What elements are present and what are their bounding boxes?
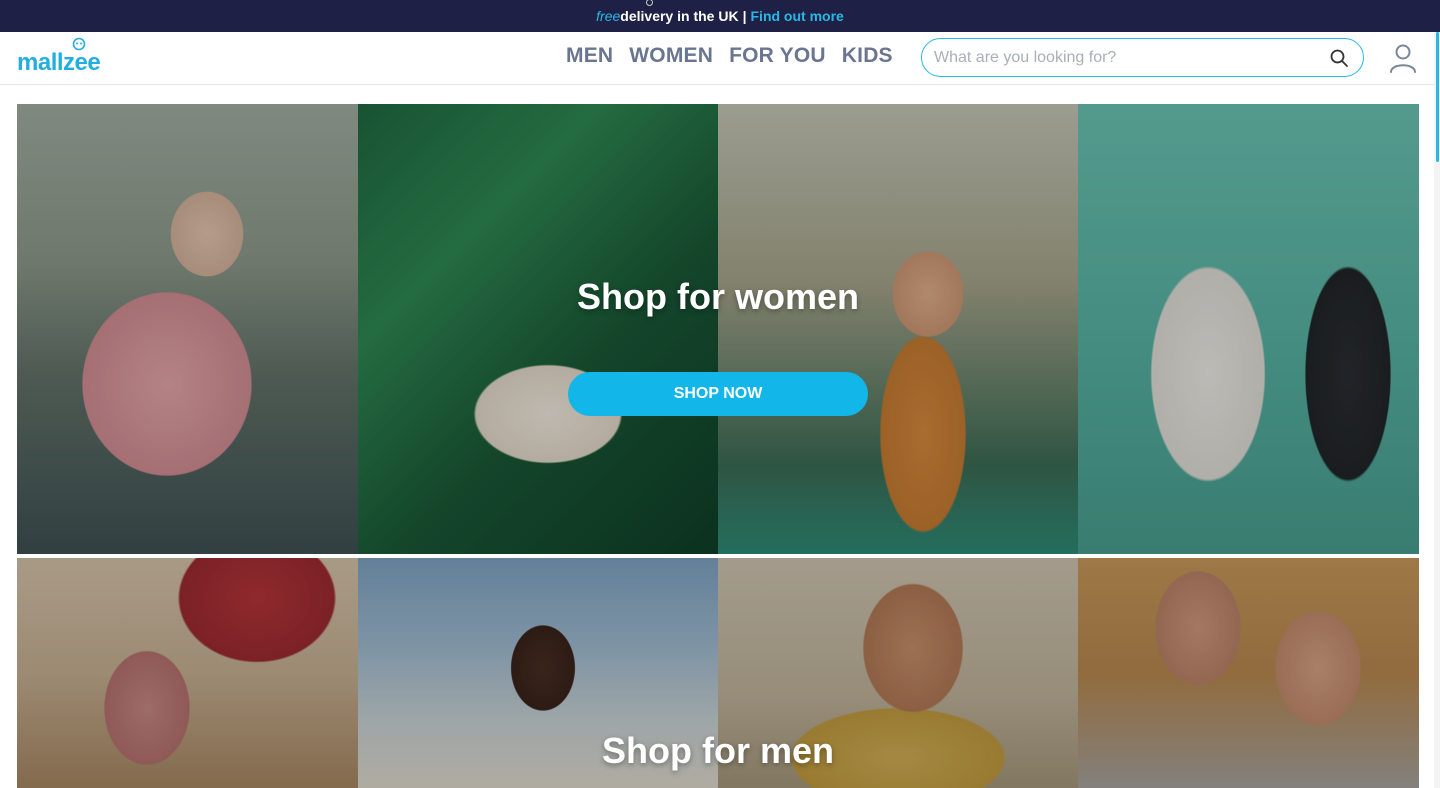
search-bar (921, 38, 1364, 77)
women-banner-overlay (17, 104, 1419, 554)
promo-delivery: delivery (620, 0, 674, 24)
main-nav: MEN WOMEN FOR YOU KIDS (566, 44, 893, 68)
find-out-more-link[interactable]: Find out more (751, 8, 844, 24)
search-icon[interactable] (1329, 48, 1349, 68)
promo-free: free (596, 8, 621, 24)
site-header: mallzee MEN WOMEN FOR YOU KIDS (0, 32, 1440, 85)
promo-delivery-text: delivery (620, 8, 674, 24)
logo-mark-icon (72, 37, 86, 51)
shop-now-button[interactable]: SHOP NOW (568, 372, 868, 416)
men-banner-title: Shop for men (602, 730, 834, 771)
promo-bar: free delivery in the UK | Find out more (0, 0, 1440, 32)
nav-for-you[interactable]: FOR YOU (729, 44, 826, 68)
user-icon[interactable] (1388, 42, 1418, 74)
promo-dot-icon (646, 0, 654, 6)
scrollbar-thumb[interactable] (1436, 32, 1439, 162)
nav-men[interactable]: MEN (566, 44, 613, 68)
women-banner[interactable]: Shop for women SHOP NOW (17, 104, 1419, 554)
logo-text: mallzee (17, 49, 101, 76)
logo[interactable]: mallzee (17, 49, 101, 77)
search-input[interactable] (934, 47, 1314, 69)
promo-text: in the UK (677, 8, 739, 24)
promo-separator: | (742, 8, 747, 24)
men-banner[interactable]: Shop for men (17, 558, 1419, 788)
nav-women[interactable]: WOMEN (629, 44, 713, 68)
women-banner-title: Shop for women (577, 276, 859, 317)
nav-kids[interactable]: KIDS (842, 44, 893, 68)
